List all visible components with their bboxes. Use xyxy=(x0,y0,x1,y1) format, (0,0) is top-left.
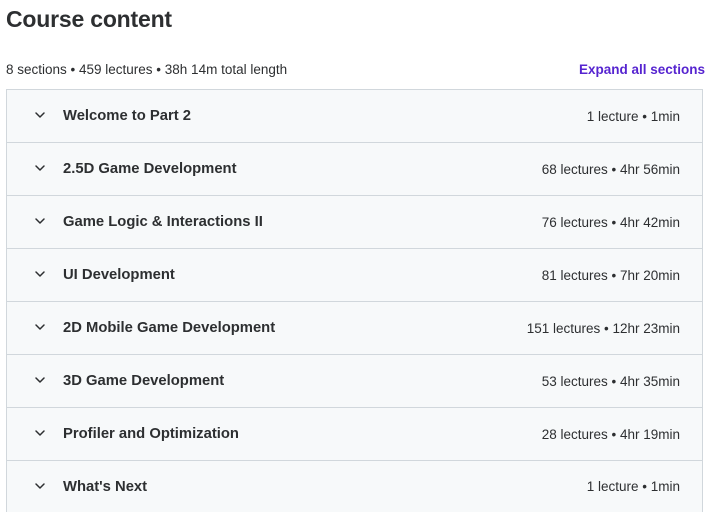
section-title: 2D Mobile Game Development xyxy=(63,320,276,336)
chevron-down-icon xyxy=(34,374,46,386)
section-item[interactable]: Welcome to Part 2 1 lecture • 1min xyxy=(7,90,702,143)
section-meta: 76 lectures • 4hr 42min xyxy=(541,214,680,230)
section-title: Game Logic & Interactions II xyxy=(63,214,263,230)
course-summary-row: 8 sections • 459 lectures • 38h 14m tota… xyxy=(6,60,705,80)
chevron-down-icon xyxy=(34,215,46,227)
page-title: Course content xyxy=(6,6,172,32)
section-title: 2.5D Game Development xyxy=(63,161,237,177)
section-meta: 68 lectures • 4hr 56min xyxy=(541,161,680,177)
section-item[interactable]: Game Logic & Interactions II 76 lectures… xyxy=(7,196,702,249)
chevron-down-icon xyxy=(34,321,46,333)
section-item[interactable]: What's Next 1 lecture • 1min xyxy=(7,461,702,512)
section-meta: 1 lecture • 1min xyxy=(586,479,680,494)
course-content-panel: Course content 8 sections • 459 lectures… xyxy=(0,0,705,514)
chevron-down-icon xyxy=(34,162,46,174)
section-meta: 1 lecture • 1min xyxy=(586,108,680,124)
sections-accordion: Welcome to Part 2 1 lecture • 1min 2.5D … xyxy=(6,89,703,512)
course-summary: 8 sections • 459 lectures • 38h 14m tota… xyxy=(6,62,288,77)
chevron-down-icon xyxy=(34,268,46,280)
chevron-down-icon xyxy=(34,427,46,439)
chevron-down-icon xyxy=(34,109,46,121)
section-item[interactable]: 2D Mobile Game Development 151 lectures … xyxy=(7,302,702,355)
section-item[interactable]: Profiler and Optimization 28 lectures • … xyxy=(7,408,702,461)
section-meta: 28 lectures • 4hr 19min xyxy=(541,426,680,442)
section-item[interactable]: 2.5D Game Development 68 lectures • 4hr … xyxy=(7,143,702,196)
section-meta: 81 lectures • 7hr 20min xyxy=(541,267,680,283)
section-item[interactable]: UI Development 81 lectures • 7hr 20min xyxy=(7,249,702,302)
expand-all-sections-button[interactable]: Expand all sections xyxy=(579,60,705,80)
section-title: Profiler and Optimization xyxy=(63,426,239,442)
section-title: UI Development xyxy=(63,267,175,283)
section-meta: 53 lectures • 4hr 35min xyxy=(541,373,680,389)
section-title: Welcome to Part 2 xyxy=(63,108,192,124)
section-title: 3D Game Development xyxy=(63,373,225,389)
section-item[interactable]: 3D Game Development 53 lectures • 4hr 35… xyxy=(7,355,702,408)
section-title: What's Next xyxy=(63,478,148,495)
chevron-down-icon xyxy=(34,480,46,492)
section-meta: 151 lectures • 12hr 23min xyxy=(526,320,680,336)
